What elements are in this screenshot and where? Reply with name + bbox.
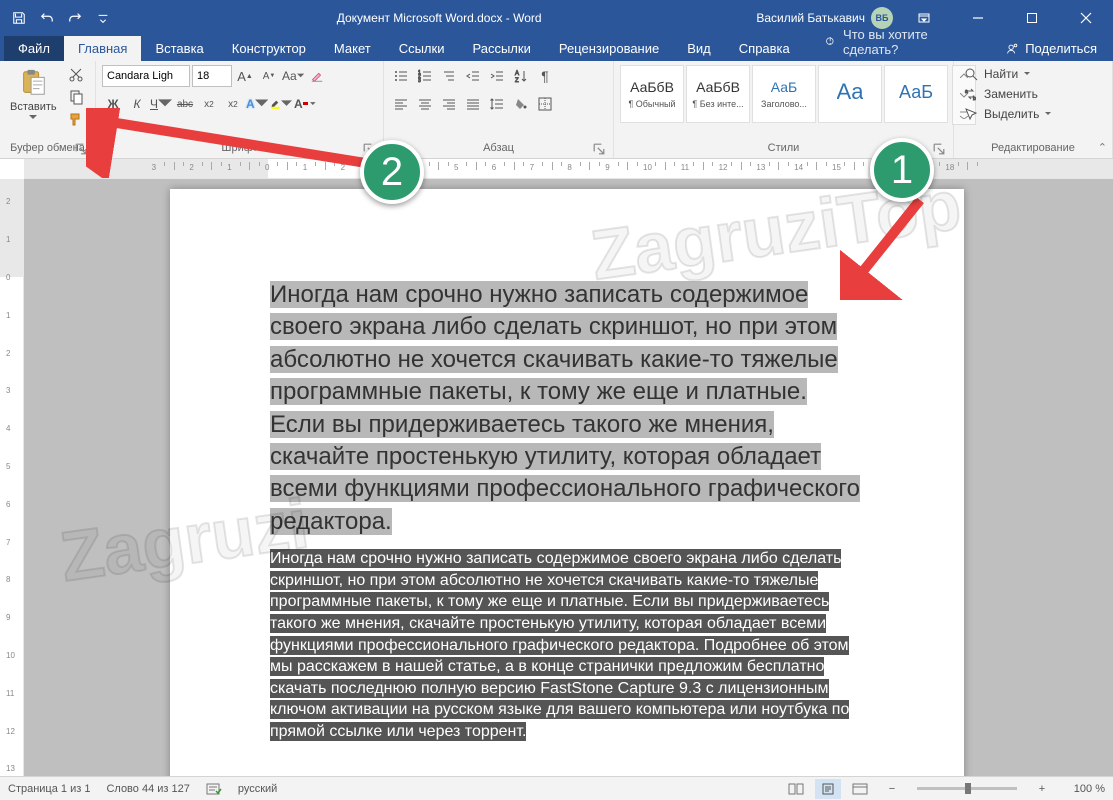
style-no-spacing[interactable]: АаБбВ¶ Без инте... <box>686 65 750 123</box>
tab-mailings[interactable]: Рассылки <box>458 36 544 61</box>
status-words[interactable]: Слово 44 из 127 <box>106 783 189 795</box>
ribbon-tabs: Файл Главная Вставка Конструктор Макет С… <box>0 35 1113 61</box>
view-print-button[interactable] <box>815 779 841 799</box>
status-language[interactable]: русский <box>238 783 277 795</box>
justify-button[interactable] <box>462 93 484 115</box>
svg-text:Z: Z <box>515 78 519 83</box>
clipboard-group-label: Буфер обмена <box>6 140 89 158</box>
paragraph-2[interactable]: Иногда нам срочно нужно записать содержи… <box>270 548 864 742</box>
cut-button[interactable] <box>65 65 87 85</box>
paste-label: Вставить <box>10 101 57 113</box>
tell-me-label: Что вы хотите сделать? <box>843 27 979 57</box>
tab-layout[interactable]: Макет <box>320 36 385 61</box>
view-read-button[interactable] <box>783 779 809 799</box>
window-title: Документ Microsoft Word.docx - Word <box>122 11 756 25</box>
paste-button[interactable]: Вставить <box>6 65 61 121</box>
styles-launcher[interactable] <box>933 143 945 155</box>
share-button[interactable]: Поделиться <box>989 36 1113 61</box>
svg-text:A: A <box>515 71 519 77</box>
tab-help[interactable]: Справка <box>725 36 804 61</box>
annotation-arrow-1 <box>840 190 950 300</box>
status-page[interactable]: Страница 1 из 1 <box>8 783 90 795</box>
styles-gallery[interactable]: АаБбВ¶ Обычный АаБбВ¶ Без инте... АаБЗаг… <box>620 65 948 123</box>
numbering-button[interactable]: 123 <box>414 65 436 87</box>
zoom-in-button[interactable]: + <box>1029 779 1055 799</box>
status-proofing-icon[interactable] <box>206 782 222 796</box>
tab-insert[interactable]: Вставка <box>141 36 217 61</box>
style-heading1[interactable]: АаБЗаголово... <box>752 65 816 123</box>
increase-indent-button[interactable] <box>486 65 508 87</box>
qat-customize-button[interactable] <box>90 4 116 32</box>
borders-button[interactable] <box>534 93 556 115</box>
decrease-indent-button[interactable] <box>462 65 484 87</box>
tab-references[interactable]: Ссылки <box>385 36 459 61</box>
annotation-callout-2: 2 <box>360 140 424 204</box>
close-button[interactable] <box>1063 3 1109 33</box>
status-bar: Страница 1 из 1 Слово 44 из 127 русский … <box>0 776 1113 800</box>
font-name-input[interactable] <box>102 65 190 87</box>
grow-font-button[interactable]: A▲ <box>234 65 256 87</box>
zoom-slider[interactable] <box>917 787 1017 790</box>
replace-button[interactable]: abЗаменить <box>960 85 1055 103</box>
annotation-arrow-2 <box>86 108 376 178</box>
tell-me-search[interactable]: Что вы хотите сделать? <box>814 23 989 61</box>
shrink-font-button[interactable]: A▼ <box>258 65 280 87</box>
zoom-out-button[interactable]: − <box>879 779 905 799</box>
select-button[interactable]: Выделить <box>960 105 1055 123</box>
paste-icon <box>17 67 49 99</box>
align-center-button[interactable] <box>414 93 436 115</box>
change-case-button[interactable]: Aa <box>282 65 304 87</box>
align-left-button[interactable] <box>390 93 412 115</box>
show-marks-button[interactable]: ¶ <box>534 65 556 87</box>
redo-button[interactable] <box>62 4 88 32</box>
tab-view[interactable]: Вид <box>673 36 725 61</box>
bullets-button[interactable] <box>390 65 412 87</box>
style-normal[interactable]: АаБбВ¶ Обычный <box>620 65 684 123</box>
copy-button[interactable] <box>65 87 87 107</box>
save-button[interactable] <box>6 4 32 32</box>
multilevel-list-button[interactable] <box>438 65 460 87</box>
view-web-button[interactable] <box>847 779 873 799</box>
share-label: Поделиться <box>1025 41 1097 56</box>
paragraph-1[interactable]: Иногда нам срочно нужно записать содержи… <box>270 279 864 538</box>
find-button[interactable]: Найти <box>960 65 1055 83</box>
tab-review[interactable]: Рецензирование <box>545 36 673 61</box>
shading-button[interactable] <box>510 93 532 115</box>
style-heading2[interactable]: Aa <box>818 65 882 123</box>
format-painter-button[interactable] <box>65 109 87 129</box>
tab-file[interactable]: Файл <box>4 36 64 61</box>
svg-text:a: a <box>965 89 968 95</box>
paragraph-group-label: Абзац <box>390 140 607 158</box>
clear-formatting-button[interactable] <box>306 65 328 87</box>
zoom-level[interactable]: 100 % <box>1061 783 1105 795</box>
svg-text:b: b <box>973 96 976 101</box>
tab-home[interactable]: Главная <box>64 36 141 61</box>
quick-access-toolbar <box>0 4 122 32</box>
collapse-ribbon-button[interactable]: ⌃ <box>1098 141 1107 154</box>
undo-button[interactable] <box>34 4 60 32</box>
tab-design[interactable]: Конструктор <box>218 36 320 61</box>
line-spacing-button[interactable] <box>486 93 508 115</box>
font-size-input[interactable] <box>192 65 232 87</box>
annotation-callout-1: 1 <box>870 138 934 202</box>
svg-text:3: 3 <box>418 78 421 83</box>
vertical-ruler[interactable]: 21012345678910111213 <box>0 179 24 776</box>
paragraph-launcher[interactable] <box>593 143 605 155</box>
sort-button[interactable]: AZ <box>510 65 532 87</box>
style-title[interactable]: АаБ <box>884 65 948 123</box>
align-right-button[interactable] <box>438 93 460 115</box>
maximize-button[interactable] <box>1009 3 1055 33</box>
editing-group-label: Редактирование <box>960 140 1106 158</box>
